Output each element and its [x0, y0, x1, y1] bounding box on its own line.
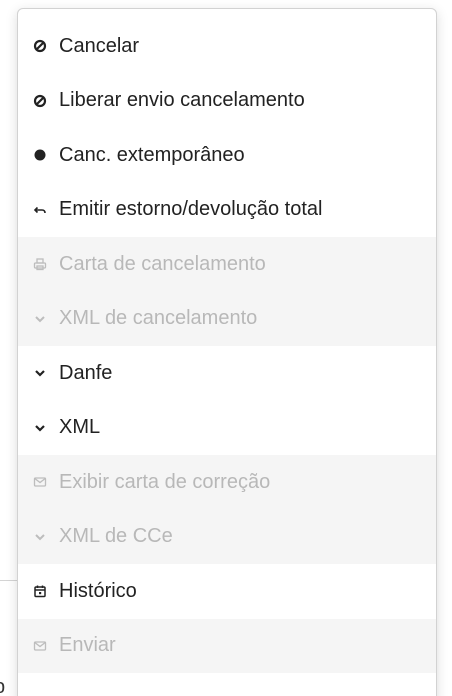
actions-dropdown-menu: Cancelar Liberar envio cancelamento Canc… [17, 8, 437, 696]
menu-item-cancelar[interactable]: Cancelar [18, 19, 436, 74]
menu-item-label: Enviar [59, 634, 116, 657]
menu-item-label: Carta de cancelamento [59, 252, 266, 275]
chevron-down-icon [30, 309, 50, 329]
menu-item-xml-de-cce: XML de CCe [18, 509, 436, 564]
dot-icon [30, 145, 50, 165]
menu-item-label: Histórico [59, 579, 137, 602]
menu-item-label: Danfe [59, 361, 113, 384]
envelope-icon [30, 636, 50, 656]
menu-item-label: Canc. extemporâneo [59, 143, 245, 166]
menu-item-canc-extemporaneo[interactable]: Canc. extemporâneo [18, 128, 436, 183]
chevron-down-icon [30, 527, 50, 547]
ban-icon [30, 91, 50, 111]
page: i p Cancelar Liberar envio cancelamento … [0, 0, 452, 696]
menu-item-liberar-envio-cancelamento[interactable]: Liberar envio cancelamento [18, 74, 436, 129]
printer-icon [30, 254, 50, 274]
menu-item-emitir-estorno[interactable]: Emitir estorno/devolução total [18, 183, 436, 238]
menu-item-enviar: Enviar [18, 618, 436, 673]
calendar-icon [30, 581, 50, 601]
menu-item-label: Emitir estorno/devolução total [59, 198, 323, 221]
menu-item-label: XML de CCe [59, 525, 173, 548]
menu-item-danfe[interactable]: Danfe [18, 346, 436, 401]
menu-item-xml[interactable]: XML [18, 401, 436, 456]
menu-item-carta-de-cancelamento: Carta de cancelamento [18, 237, 436, 292]
menu-item-label: Cancelar [59, 34, 140, 57]
menu-item-exibir-carta-de-correcao: Exibir carta de correção [18, 455, 436, 510]
undo-icon [30, 200, 50, 220]
menu-item-xml-de-cancelamento: XML de cancelamento [18, 291, 436, 346]
menu-item-label: XML [59, 416, 101, 439]
ban-icon [30, 36, 50, 56]
menu-item-label: Exibir carta de correção [59, 470, 271, 493]
background-text-fragment: p [0, 676, 5, 696]
menu-item-label: Liberar envio cancelamento [59, 89, 305, 112]
chevron-down-icon [30, 363, 50, 383]
chevron-down-icon [30, 418, 50, 438]
menu-item-label: XML de cancelamento [59, 307, 258, 330]
menu-item-historico[interactable]: Histórico [18, 564, 436, 619]
envelope-icon [30, 472, 50, 492]
